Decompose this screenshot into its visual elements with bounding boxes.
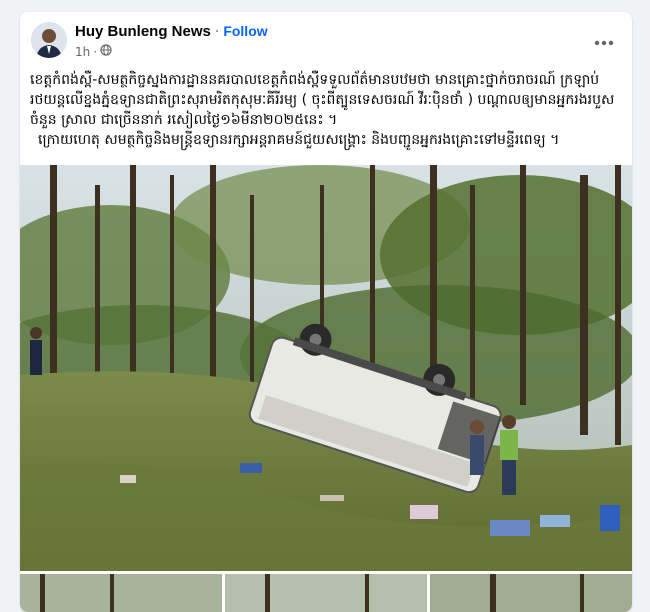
separator-dot: · [93, 44, 98, 59]
photo-thumbnails [20, 574, 632, 612]
photo-thumbnail[interactable] [20, 574, 222, 612]
post-text-paragraph-2: ក្រោយហេតុ សមត្ថកិច្ចនិងមន្ត្រីឧទ្យានរក្ស… [38, 132, 560, 148]
post-time[interactable]: 1h [75, 45, 90, 59]
author-name[interactable]: Huy Bunleng News [75, 23, 211, 40]
globe-icon [100, 44, 112, 59]
post-card: Huy Bunleng News · Follow 1h · ខេត្តកំពង… [20, 12, 632, 612]
follow-button[interactable]: Follow [223, 23, 267, 39]
post-header: Huy Bunleng News · Follow 1h · [20, 12, 632, 70]
more-options-button[interactable] [586, 22, 622, 58]
post-meta: 1h · [75, 44, 112, 59]
post-text-paragraph-1: ខេត្តកំពង់ស្ពឺ-សមត្ថកិច្ចស្នងការដ្ឋាននគរ… [30, 72, 615, 128]
more-horizontal-icon [594, 31, 614, 50]
separator-dot: · [214, 24, 220, 40]
post-text: ខេត្តកំពង់ស្ពឺ-សមត្ថកិច្ចស្នងការដ្ឋាននគរ… [30, 70, 624, 150]
author-row: Huy Bunleng News · Follow [75, 23, 268, 40]
photo-thumbnail[interactable] [430, 574, 632, 612]
photo-thumbnail[interactable] [225, 574, 427, 612]
avatar[interactable] [31, 22, 67, 58]
post-photo[interactable] [20, 165, 632, 571]
